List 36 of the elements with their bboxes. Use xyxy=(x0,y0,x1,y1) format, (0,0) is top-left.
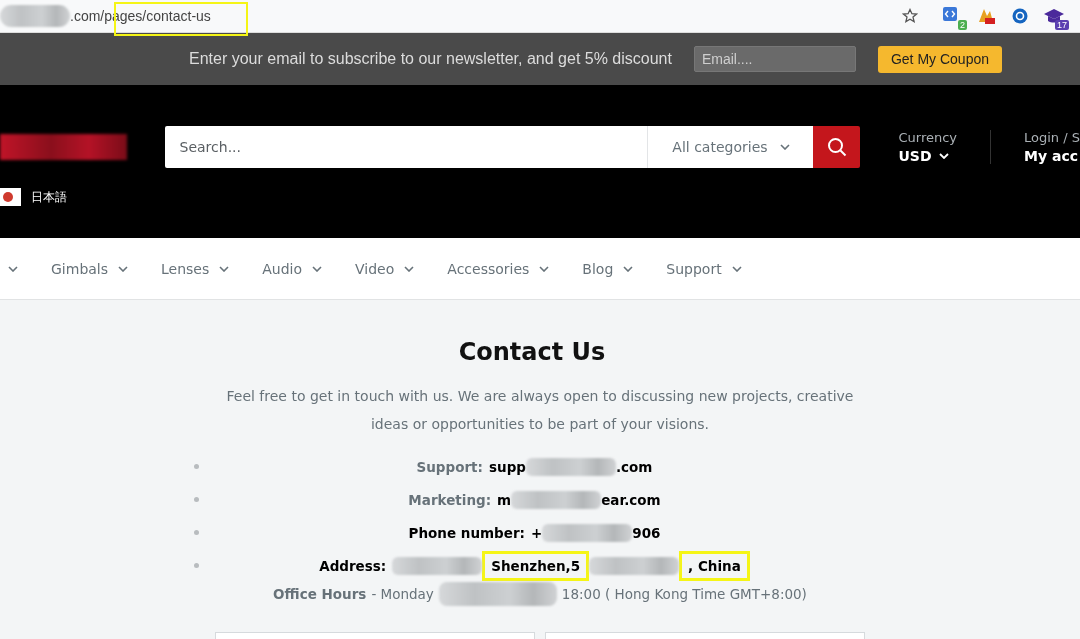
extension-badge: 17 xyxy=(1055,20,1069,30)
nav-menu-item[interactable]: Audio xyxy=(262,260,323,277)
search-field[interactable]: Search... xyxy=(164,126,648,168)
office-hours-text: - Monday xyxy=(371,586,434,602)
language-link[interactable]: 日本語 xyxy=(31,188,67,206)
page-title: Contact Us xyxy=(458,338,606,366)
nav-menu-item[interactable]: Lenses xyxy=(161,260,230,277)
contact-value: , China xyxy=(679,550,750,581)
coupon-button[interactable]: Get My Coupon xyxy=(877,45,1002,73)
contact-label: Support: xyxy=(416,458,483,475)
currency-selector[interactable]: USD xyxy=(898,148,958,164)
nav-menu-item[interactable]: Support xyxy=(666,260,742,277)
contact-value: ear.com xyxy=(601,490,661,510)
nav-menu-item[interactable]: Blog xyxy=(582,260,634,277)
contact-value: m xyxy=(497,490,512,510)
intro-paragraph: Feel free to get in touch with us. We are always open to discussing new projects, creative ideas or opportunities to be part of your visions. xyxy=(225,387,855,434)
office-hours-label: Office Hours xyxy=(273,586,367,602)
nav-menu-item[interactable]: Accessories xyxy=(447,260,550,277)
contact-label: Address: xyxy=(319,557,387,574)
contact-value: 906 xyxy=(632,523,661,543)
contact-label: Marketing: xyxy=(408,491,492,508)
contact-value: + xyxy=(530,523,543,543)
newsletter-text: Enter your email to subscribe to our newsletter, and get 5% discount xyxy=(189,50,672,68)
contact-value: supp xyxy=(489,457,526,477)
currency-label: Currency xyxy=(898,130,958,145)
office-hours-text: 18:00 ( Hong Kong Time GMT+8:00) xyxy=(561,586,807,602)
account-link[interactable]: My acc xyxy=(1024,148,1080,164)
extension-badge: 2 xyxy=(958,20,967,30)
contact-value: .com xyxy=(615,457,653,477)
nav-menu-item[interactable]: Video xyxy=(355,260,415,277)
contact-label: Phone number: xyxy=(408,524,525,541)
category-dropdown[interactable]: All categories xyxy=(647,126,814,168)
login-link[interactable]: Login / S xyxy=(1024,130,1080,145)
nav-menu-item[interactable]: Gimbals xyxy=(51,260,129,277)
contact-value: Shenzhen,5 xyxy=(482,550,590,581)
email-field[interactable]: Email.... xyxy=(693,46,856,72)
